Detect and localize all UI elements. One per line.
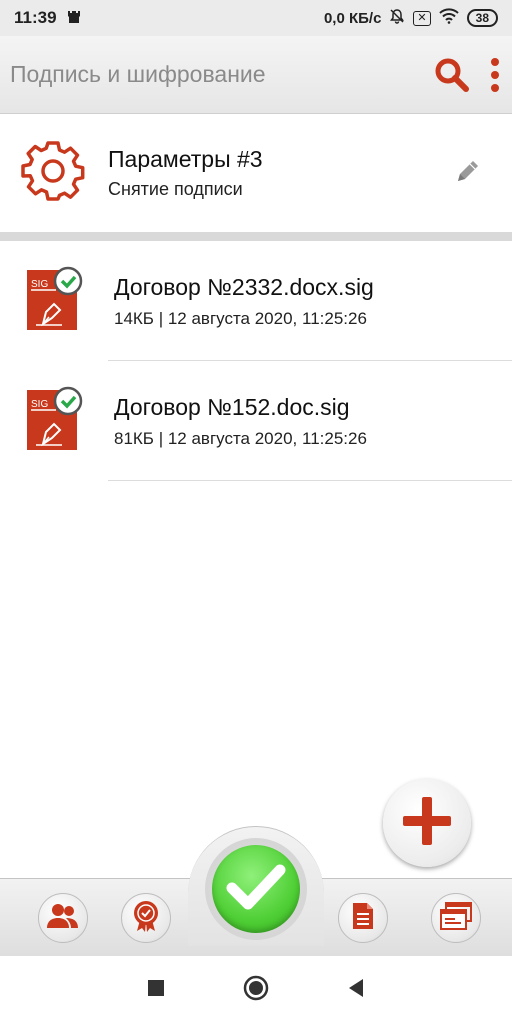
document-icon: [352, 902, 374, 935]
file-meta: 14КБ | 12 августа 2020, 11:25:26: [114, 308, 367, 328]
status-time: 11:39: [14, 8, 57, 27]
parameters-row[interactable]: Параметры #3 Снятие подписи: [0, 114, 512, 232]
recents-icon[interactable]: [147, 979, 165, 1002]
sig-badge: SIG: [31, 279, 49, 290]
contacts-button[interactable]: [38, 893, 88, 943]
list-item[interactable]: SIG Договор №152.doc.sig 81КБ | 12 авгус…: [0, 361, 512, 481]
network-speed: 0,0 КБ/с: [323, 9, 382, 27]
signed-file-icon: [26, 266, 84, 337]
more-vertical-icon[interactable]: [488, 56, 502, 94]
file-name: Договор №152.doc.sig: [114, 393, 350, 420]
app-title: Подпись и шифрование: [10, 61, 266, 87]
sim-box: ✕: [413, 10, 431, 26]
certificates-button[interactable]: [121, 893, 171, 943]
back-icon[interactable]: [347, 978, 365, 1003]
home-icon[interactable]: [243, 975, 269, 1006]
search-icon[interactable]: [434, 57, 470, 93]
confirm-button[interactable]: [205, 838, 307, 940]
check-icon: [226, 862, 286, 917]
battery-indicator: 38: [466, 9, 498, 27]
castle-icon: [67, 8, 81, 29]
signed-file-icon: [26, 386, 84, 457]
gear-icon: [20, 138, 86, 209]
list-item[interactable]: SIG Договор №2332.docx.sig 14КБ | 12 авг…: [0, 241, 512, 361]
status-bar: 11:39 0,0 КБ/с ✕ 38: [0, 0, 512, 36]
users-icon: [47, 902, 79, 935]
system-nav-bar: [0, 956, 512, 1024]
file-name: Договор №2332.docx.sig: [114, 273, 374, 300]
file-meta: 81КБ | 12 августа 2020, 11:25:26: [114, 428, 367, 448]
parameters-title: Параметры #3: [108, 146, 263, 172]
documents-button[interactable]: [338, 893, 388, 943]
windows-icon: [440, 901, 472, 935]
mute-bell-icon: [389, 8, 405, 28]
wifi-icon: [438, 8, 459, 28]
sig-badge: SIG: [31, 399, 49, 410]
add-button[interactable]: [383, 779, 471, 867]
pencil-icon[interactable]: [454, 157, 482, 190]
parameters-subtitle: Снятие подписи: [108, 179, 243, 199]
section-divider: [0, 232, 512, 241]
certificate-icon: [131, 900, 161, 937]
confirm-button-face: [212, 845, 300, 933]
plus-icon: [401, 795, 453, 852]
app-bar: Подпись и шифрование: [0, 36, 512, 114]
file-list: SIG Договор №2332.docx.sig 14КБ | 12 авг…: [0, 241, 512, 481]
windows-button[interactable]: [431, 893, 481, 943]
